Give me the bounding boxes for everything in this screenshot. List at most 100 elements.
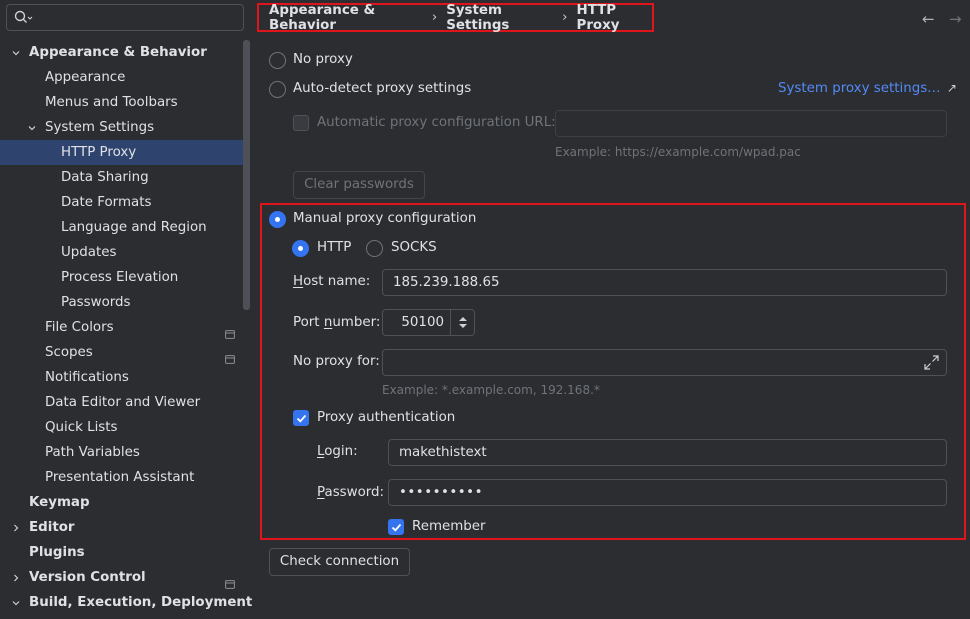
sidebar-item[interactable]: Passwords — [0, 290, 243, 315]
port-number-value: 50100 — [401, 315, 444, 330]
breadcrumb: Appearance & Behavior › System Settings … — [257, 2, 654, 33]
checkmark-icon — [296, 414, 307, 423]
sidebar-item-label: Updates — [61, 245, 117, 260]
socks-label: SOCKS — [391, 240, 437, 255]
breadcrumb-separator: › — [562, 10, 568, 25]
system-proxy-settings-link-text: System proxy settings… — [778, 81, 941, 96]
remember-checkbox[interactable] — [388, 519, 404, 535]
sidebar-item[interactable]: Process Elevation — [0, 265, 243, 290]
no-proxy-radio[interactable] — [269, 52, 286, 69]
system-proxy-settings-link[interactable]: System proxy settings… ↗ — [778, 81, 957, 96]
manual-proxy-radio[interactable] — [269, 211, 286, 228]
sidebar-item-label: Data Editor and Viewer — [45, 395, 201, 410]
no-proxy-for-label: No proxy for: — [293, 354, 380, 369]
sidebar-item[interactable]: Plugins — [0, 540, 243, 565]
remember-label: Remember — [412, 519, 486, 534]
proxy-authentication-label: Proxy authentication — [317, 410, 456, 425]
sidebar-item-label: Appearance & Behavior — [29, 45, 207, 60]
sidebar-item[interactable]: Menus and Toolbars — [0, 90, 243, 115]
chevron-right-icon[interactable] — [9, 565, 23, 590]
http-label: HTTP — [317, 240, 352, 255]
auto-detect-radio[interactable] — [269, 81, 286, 98]
sidebar-item-label: Passwords — [61, 295, 131, 310]
breadcrumb-item: HTTP Proxy — [576, 2, 620, 33]
sidebar-item[interactable]: Scopes — [0, 340, 243, 365]
sidebar-item-label: Process Elevation — [61, 270, 179, 285]
sidebar-item-label: Language and Region — [61, 220, 207, 235]
clear-passwords-button[interactable]: Clear passwords — [293, 171, 425, 199]
port-number-label: Port number: — [293, 315, 381, 330]
sidebar-item[interactable]: Data Sharing — [0, 165, 243, 190]
sidebar-item[interactable]: File Colors — [0, 315, 243, 340]
sidebar-item[interactable]: Date Formats — [0, 190, 243, 215]
sidebar-item[interactable]: Notifications — [0, 365, 243, 390]
http-radio[interactable] — [292, 240, 309, 257]
sidebar-item[interactable]: Keymap — [0, 490, 243, 515]
host-name-field[interactable]: 185.239.188.65 — [382, 269, 947, 296]
breadcrumb-separator: › — [431, 10, 438, 25]
sidebar-item[interactable]: Appearance — [0, 65, 243, 90]
auto-config-url-checkbox[interactable] — [293, 115, 309, 131]
external-link-icon: ↗ — [946, 81, 957, 95]
sidebar-item-label: Menus and Toolbars — [45, 95, 178, 110]
sidebar-item-label: HTTP Proxy — [61, 145, 137, 160]
auto-config-url-label: Automatic proxy configuration URL: — [317, 115, 556, 130]
stepper-arrows-icon[interactable] — [450, 310, 474, 335]
password-label: Password: — [317, 485, 385, 500]
sidebar-item[interactable]: Editor — [0, 515, 243, 540]
port-number-stepper[interactable]: 50100 — [382, 309, 475, 336]
sidebar-item[interactable]: Data Editor and Viewer — [0, 390, 243, 415]
auto-detect-label: Auto-detect proxy settings — [293, 81, 472, 96]
sidebar-item[interactable]: Quick Lists — [0, 415, 243, 440]
chevron-right-icon[interactable] — [9, 515, 23, 540]
sidebar-item[interactable]: HTTP Proxy — [0, 140, 243, 165]
sidebar-item-label: Scopes — [45, 345, 93, 360]
settings-sidebar: Appearance & Behavior Appearance Menus and… — [0, 0, 252, 619]
login-field[interactable]: makethistext — [388, 439, 947, 466]
chevron-down-icon[interactable] — [9, 590, 23, 615]
check-connection-button[interactable]: Check connection — [269, 548, 410, 576]
no-proxy-label: No proxy — [293, 52, 353, 67]
breadcrumb-item[interactable]: Appearance & Behavior — [269, 3, 423, 33]
sidebar-item-label: Build, Execution, Deployment — [29, 595, 253, 610]
breadcrumb-item[interactable]: System Settings — [446, 3, 553, 33]
checkmark-icon — [391, 523, 402, 532]
sidebar-item[interactable]: Version Control — [0, 565, 243, 590]
auto-config-url-hint: Example: https://example.com/wpad.pac — [555, 145, 801, 159]
sidebar-item-label: Presentation Assistant — [45, 470, 195, 485]
sidebar-item-label: Version Control — [29, 570, 146, 585]
sidebar-item[interactable]: Appearance & Behavior — [0, 40, 243, 65]
forward-arrow-icon[interactable]: → — [949, 10, 962, 28]
sidebar-item[interactable]: Build, Execution, Deployment — [0, 590, 252, 615]
search-icon — [14, 10, 33, 23]
expand-icon[interactable] — [924, 355, 939, 370]
sidebar-item[interactable]: Updates — [0, 240, 243, 265]
sidebar-item-label: Appearance — [45, 70, 126, 85]
host-name-label: Host name: — [293, 274, 371, 289]
sidebar-item-label: System Settings — [45, 120, 155, 135]
socks-radio[interactable] — [366, 240, 383, 257]
sidebar-item[interactable]: Path Variables — [0, 440, 243, 465]
back-arrow-icon[interactable]: ← — [922, 10, 935, 28]
sidebar-item[interactable]: System Settings — [0, 115, 243, 140]
project-level-icon — [225, 573, 235, 589]
no-proxy-for-field[interactable] — [382, 349, 947, 376]
login-label: Login: — [317, 444, 358, 459]
sidebar-item[interactable]: Presentation Assistant — [0, 465, 243, 490]
auto-config-url-field[interactable] — [555, 110, 947, 137]
sidebar-item-label: Keymap — [29, 495, 90, 510]
project-level-icon — [225, 323, 235, 339]
sidebar-scrollbar[interactable] — [243, 40, 250, 310]
sidebar-item-label: Date Formats — [61, 195, 152, 210]
manual-proxy-label: Manual proxy configuration — [293, 211, 477, 226]
chevron-down-icon[interactable] — [9, 40, 23, 65]
chevron-down-icon[interactable] — [25, 115, 39, 140]
sidebar-item-label: Data Sharing — [61, 170, 149, 185]
password-field[interactable]: •••••••••• — [388, 479, 947, 506]
sidebar-item-label: File Colors — [45, 320, 114, 335]
sidebar-item[interactable]: Language and Region — [0, 215, 243, 240]
sidebar-item-label: Plugins — [29, 545, 85, 560]
proxy-authentication-checkbox[interactable] — [293, 410, 309, 426]
settings-search-input[interactable] — [6, 4, 244, 31]
project-level-icon — [225, 348, 235, 364]
